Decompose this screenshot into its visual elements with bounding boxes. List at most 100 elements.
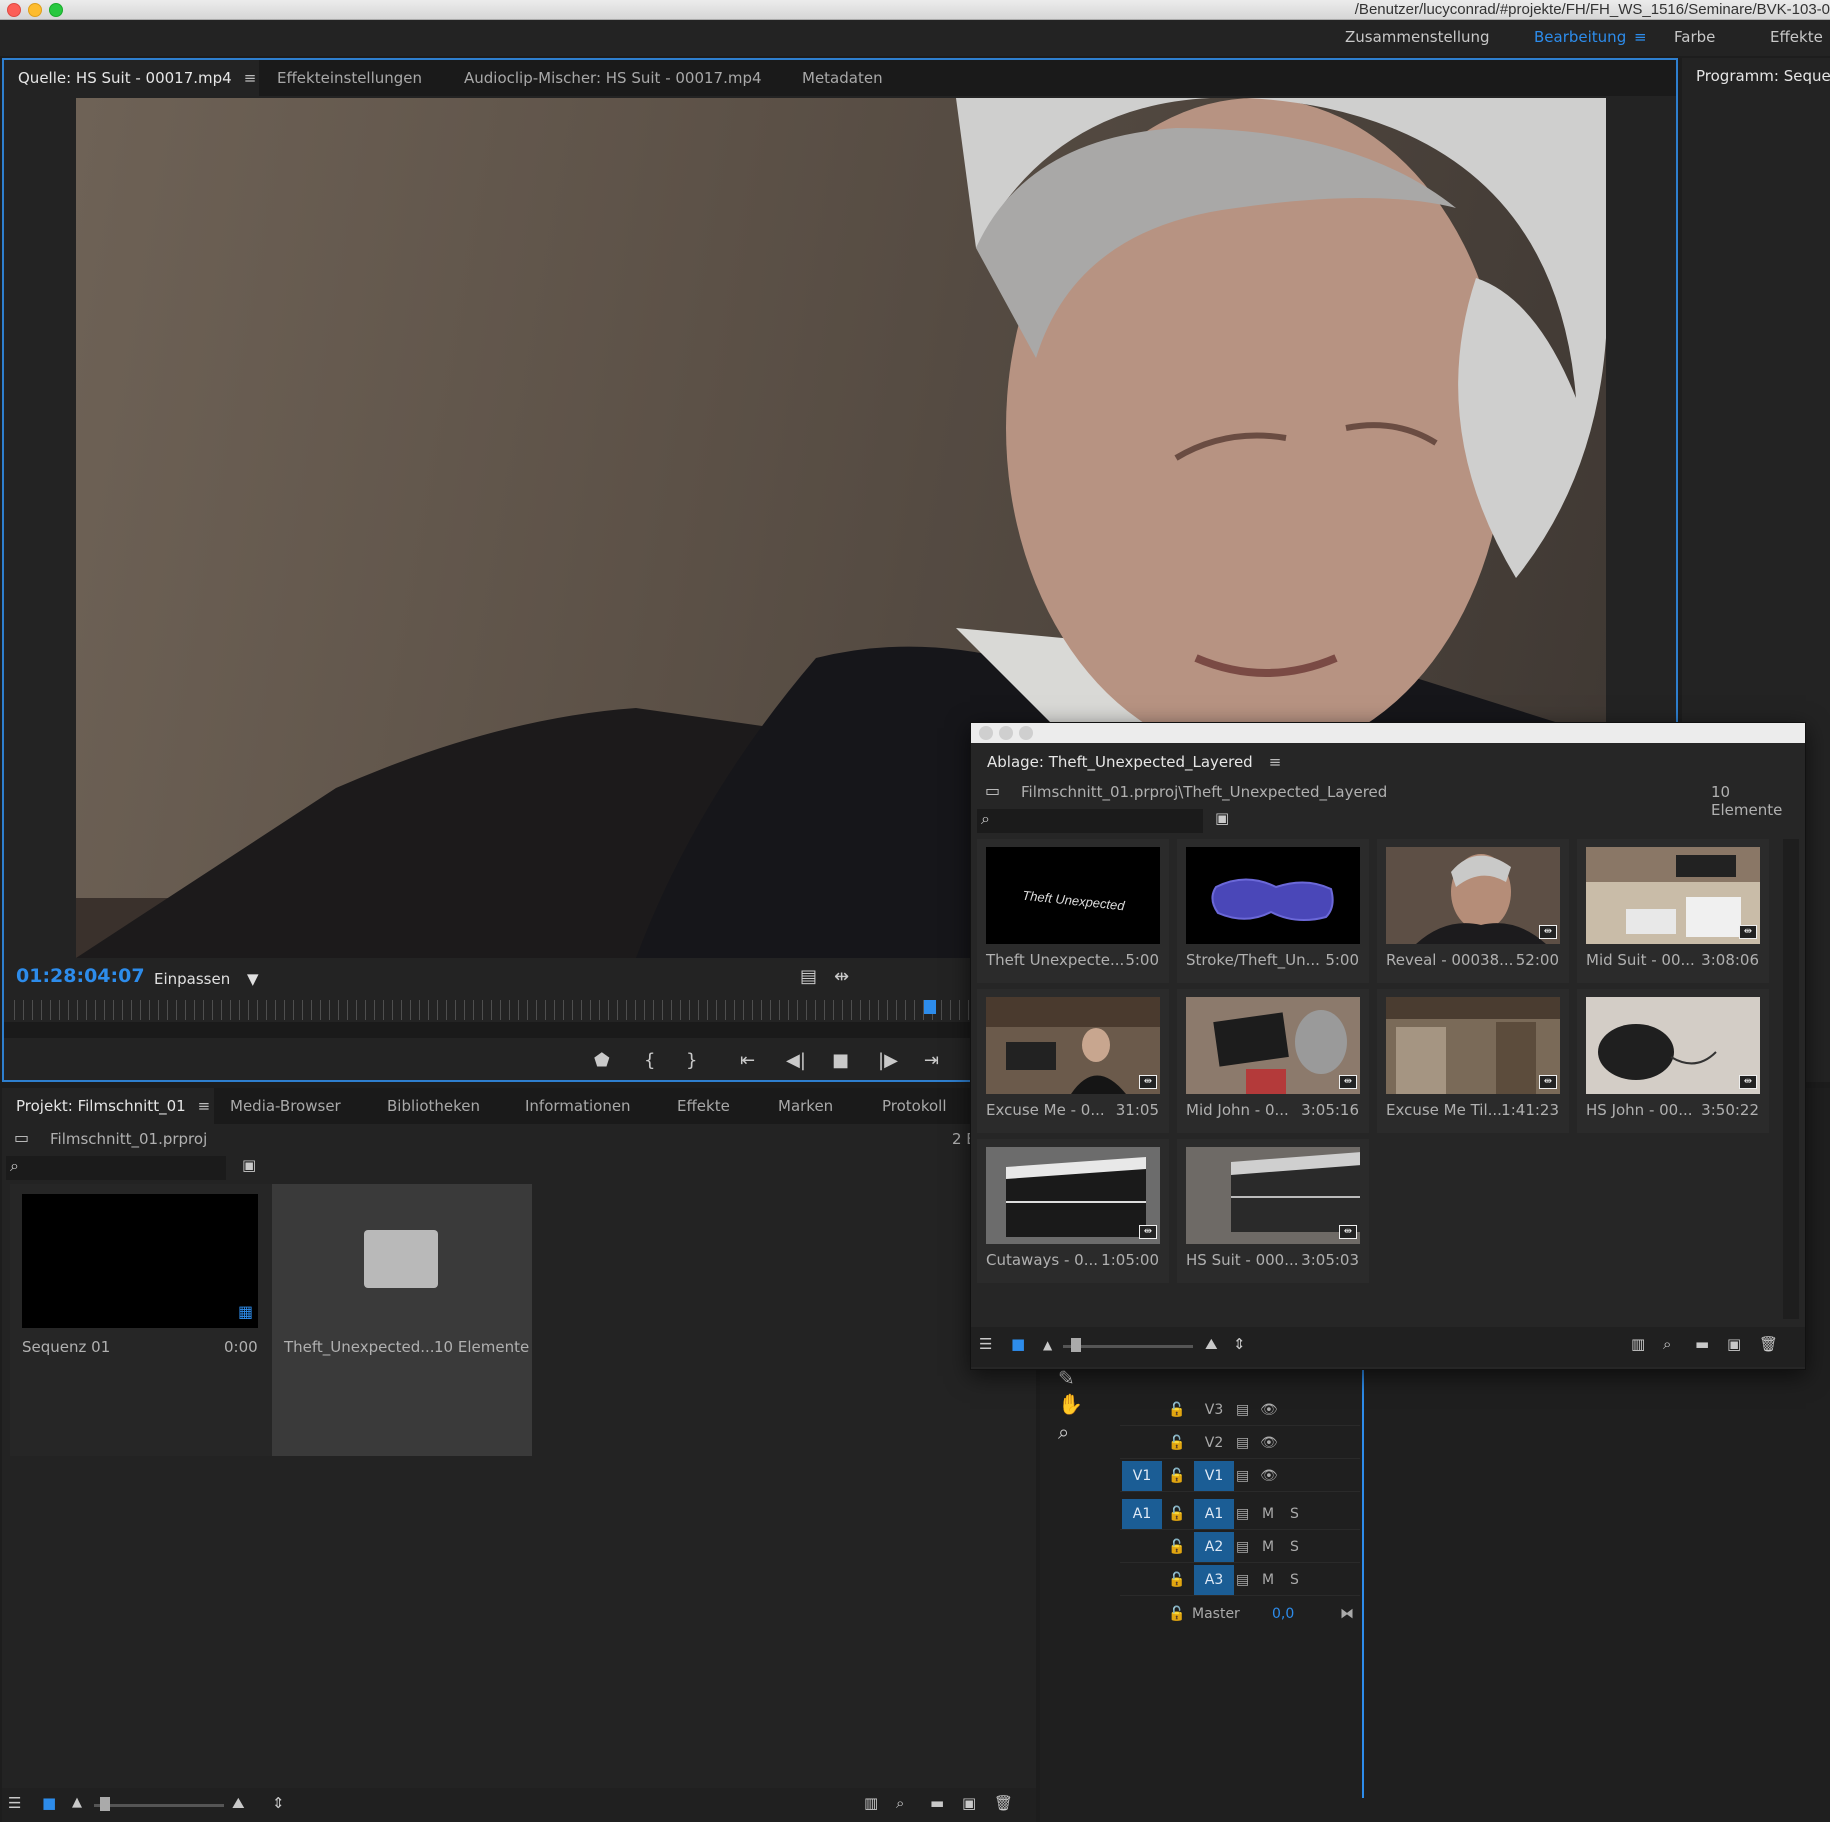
workspace-menu-icon[interactable]: ≡ — [1634, 28, 1647, 46]
icon-view-icon[interactable]: ■ — [42, 1796, 56, 1811]
workspace-zusammenstellung[interactable]: Zusammenstellung — [1345, 28, 1490, 46]
step-forward-icon[interactable]: |▶ — [878, 1052, 898, 1070]
export-frame-icon[interactable]: ▤ — [800, 968, 817, 986]
tab-audioclip-mischer[interactable]: Audioclip-Mischer: HS Suit - 00017.mp4 — [464, 60, 762, 96]
project-item-sequence[interactable]: ▦ Sequenz 01 0:00 — [10, 1184, 272, 1456]
hand-icon[interactable]: ✋ — [1058, 1394, 1083, 1414]
zoom-window-button[interactable] — [1019, 726, 1033, 740]
close-window-button[interactable] — [7, 3, 21, 17]
list-view-icon[interactable]: ☰ — [8, 1796, 21, 1811]
solo-button[interactable]: S — [1290, 1572, 1299, 1588]
bin-clip-card[interactable]: ⇹ Excuse Me - 0... 31:05 — [977, 989, 1169, 1133]
tab-bibliotheken[interactable]: Bibliotheken — [387, 1088, 480, 1124]
sync-lock-icon[interactable]: ▤ — [1236, 1435, 1249, 1451]
sync-lock-icon[interactable]: ▤ — [1236, 1402, 1249, 1418]
eye-icon[interactable]: 👁 — [1260, 1468, 1278, 1484]
tab-effekte[interactable]: Effekte — [677, 1088, 730, 1124]
mute-button[interactable]: M — [1262, 1572, 1274, 1588]
zoom-out-icon[interactable]: ▲ — [72, 1796, 82, 1809]
zoom-icon[interactable]: ⌕ — [1058, 1422, 1069, 1442]
bin-clip-card[interactable]: ⇹ Cutaways - 0... 1:05:00 — [977, 1139, 1169, 1283]
eye-icon[interactable]: 👁 — [1260, 1435, 1278, 1451]
new-search-bin-icon[interactable]: ▣ — [242, 1158, 256, 1173]
track-label[interactable]: A3 — [1194, 1565, 1234, 1595]
track-label[interactable]: V3 — [1194, 1395, 1234, 1425]
master-volume[interactable]: 0,0 — [1272, 1606, 1294, 1622]
thumbnail-size-slider[interactable] — [1063, 1345, 1193, 1348]
project-search-input[interactable] — [6, 1156, 226, 1180]
icon-view-icon[interactable]: ■ — [1011, 1337, 1025, 1352]
bin-clip-card[interactable]: ⇹ Excuse Me Til... 1:41:23 — [1377, 989, 1569, 1133]
automate-icon[interactable]: ▥ — [1631, 1337, 1645, 1352]
tab-protokoll[interactable]: Protokoll — [882, 1088, 947, 1124]
new-search-bin-icon[interactable]: ▣ — [1215, 811, 1229, 826]
source-patch-a1[interactable]: A1 — [1122, 1499, 1162, 1529]
bin-clip-card[interactable]: Theft Unexpected Theft Unexpecte... 5:00 — [977, 839, 1169, 983]
solo-button[interactable]: S — [1290, 1539, 1299, 1555]
bin-clip-card[interactable]: ⇹ Mid John - 0... 3:05:16 — [1177, 989, 1369, 1133]
close-window-button[interactable] — [979, 726, 993, 740]
solo-button[interactable]: S — [1290, 1506, 1299, 1522]
zoom-in-icon[interactable]: ⛰ — [1205, 1337, 1218, 1352]
project-panel-menu-icon[interactable]: ≡ — [198, 1088, 211, 1124]
source-patch-v1[interactable]: V1 — [1122, 1461, 1162, 1491]
eye-icon[interactable]: 👁 — [1260, 1402, 1278, 1418]
bin-clip-card[interactable]: ⇹ HS Suit - 000... 3:05:03 — [1177, 1139, 1369, 1283]
trash-icon[interactable]: 🗑 — [1759, 1337, 1778, 1352]
insert-icon[interactable]: ⇹ — [834, 968, 849, 986]
step-back-icon[interactable]: ◀| — [786, 1052, 806, 1070]
list-view-icon[interactable]: ☰ — [979, 1337, 992, 1352]
sync-lock-icon[interactable]: ▤ — [1236, 1572, 1249, 1588]
lock-icon[interactable]: 🔓 — [1168, 1606, 1185, 1622]
bin-clip-card[interactable]: ⇹ Mid Suit - 00... 3:08:06 — [1577, 839, 1769, 983]
tab-informationen[interactable]: Informationen — [525, 1088, 631, 1124]
master-toggle-icon[interactable]: ⧓ — [1340, 1606, 1354, 1622]
new-item-icon[interactable]: ▣ — [1727, 1337, 1741, 1352]
zoom-select[interactable]: Einpassen ▼ — [154, 970, 259, 988]
slider-handle[interactable] — [1071, 1338, 1081, 1352]
sort-icon[interactable]: ⇕ — [1233, 1337, 1246, 1352]
tab-projekt[interactable]: Projekt: Filmschnitt_01 ≡ — [2, 1088, 214, 1124]
new-bin-icon[interactable]: ▬ — [1695, 1337, 1709, 1352]
track-label[interactable]: A2 — [1194, 1532, 1234, 1562]
playhead-icon[interactable] — [924, 1000, 936, 1014]
project-item-bin[interactable]: Theft_Unexpected... 10 Elemente — [272, 1184, 532, 1456]
mark-out-icon[interactable]: } — [686, 1052, 697, 1070]
automate-icon[interactable]: ▥ — [864, 1796, 878, 1811]
tab-source[interactable]: Quelle: HS Suit - 00017.mp4 ≡ — [4, 60, 259, 96]
track-label[interactable]: V2 — [1194, 1428, 1234, 1458]
lock-icon[interactable]: 🔓 — [1168, 1539, 1185, 1555]
minimize-window-button[interactable] — [28, 3, 42, 17]
slider-handle[interactable] — [100, 1797, 110, 1811]
sync-lock-icon[interactable]: ▤ — [1236, 1506, 1249, 1522]
bin-scrollbar[interactable] — [1783, 839, 1799, 1319]
mute-button[interactable]: M — [1262, 1539, 1274, 1555]
bin-clip-card[interactable]: ⇹ Reveal - 00038... 52:00 — [1377, 839, 1569, 983]
lock-icon[interactable]: 🔓 — [1168, 1402, 1185, 1418]
source-panel-menu-icon[interactable]: ≡ — [244, 60, 257, 96]
track-label[interactable]: A1 — [1194, 1499, 1234, 1529]
go-to-out-icon[interactable]: ⇥ — [924, 1052, 939, 1070]
sort-icon[interactable]: ⇕ — [272, 1796, 285, 1811]
lock-icon[interactable]: 🔓 — [1168, 1435, 1185, 1451]
sync-lock-icon[interactable]: ▤ — [1236, 1468, 1249, 1484]
marker-icon[interactable]: ⬟ — [594, 1052, 610, 1070]
mute-button[interactable]: M — [1262, 1506, 1274, 1522]
tab-program[interactable]: Programm: Sequen — [1696, 58, 1830, 94]
lock-icon[interactable]: 🔓 — [1168, 1506, 1185, 1522]
go-to-in-icon[interactable]: ⇤ — [740, 1052, 755, 1070]
zoom-in-icon[interactable]: ⛰ — [232, 1796, 245, 1811]
new-bin-icon[interactable]: ▬ — [930, 1796, 944, 1811]
workspace-farbe[interactable]: Farbe — [1674, 28, 1715, 46]
sync-lock-icon[interactable]: ▤ — [1236, 1539, 1249, 1555]
source-timecode[interactable]: 01:28:04:07 — [16, 965, 145, 987]
bin-menu-icon[interactable]: ≡ — [1269, 753, 1282, 771]
stop-icon[interactable]: ■ — [832, 1052, 849, 1070]
track-label[interactable]: V1 — [1194, 1461, 1234, 1491]
tab-effekteinstellungen[interactable]: Effekteinstellungen — [277, 60, 422, 96]
workspace-bearbeitung[interactable]: Bearbeitung — [1534, 28, 1626, 46]
find-icon[interactable]: ⌕ — [896, 1796, 904, 1811]
minimize-window-button[interactable] — [999, 726, 1013, 740]
zoom-window-button[interactable] — [49, 3, 63, 17]
pen-icon[interactable]: ✎ — [1058, 1368, 1075, 1388]
